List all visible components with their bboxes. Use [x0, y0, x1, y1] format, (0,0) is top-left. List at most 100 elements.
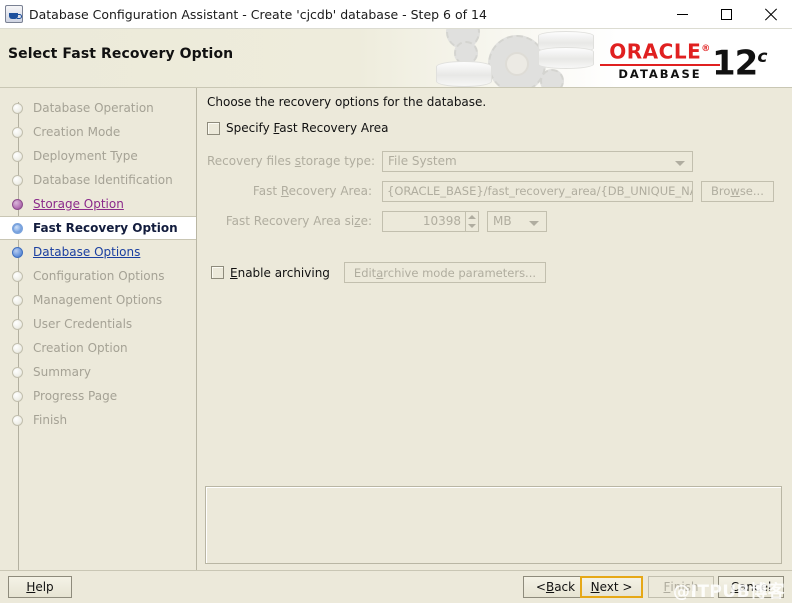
step-bullet-icon [12, 198, 23, 210]
sidebar-item-database-options[interactable]: Database Options [0, 240, 196, 264]
step-bullet-icon [12, 294, 23, 306]
fra-size-row: Fast Recovery Area size: 10398 MB [207, 210, 547, 232]
help-button[interactable]: Help [8, 576, 72, 598]
sidebar-item-storage-option[interactable]: Storage Option [0, 192, 196, 216]
oracle-version: 12c [712, 37, 767, 83]
fra-size-value[interactable]: 10398 [382, 210, 465, 232]
window-title: Database Configuration Assistant - Creat… [29, 6, 487, 22]
finish-button[interactable]: Finish [648, 576, 714, 598]
sidebar-item-label: Storage Option [33, 197, 124, 211]
step-bullet-icon [12, 126, 23, 138]
gears-database-graphic [430, 29, 610, 87]
specify-fra-label: Specify Fast Recovery Area [226, 121, 389, 135]
browse-label-after: se... [739, 184, 764, 198]
stepper-down-icon[interactable] [466, 221, 478, 231]
enable-archiving-mnemonic: E [230, 265, 238, 280]
fra-path-row: Fast Recovery Area: {ORACLE_BASE}/fast_r… [207, 180, 774, 202]
browse-mnemonic: w [730, 184, 740, 198]
sidebar-item-progress-page[interactable]: Progress Page [0, 384, 196, 408]
sidebar-item-label: Fast Recovery Option [33, 221, 178, 235]
close-button[interactable] [748, 0, 792, 28]
fra-size-label: Fast Recovery Area size: [207, 214, 382, 228]
chevron-down-icon [529, 220, 539, 226]
oracle-wordmark-text: ORACLE [609, 39, 702, 64]
sidebar-item-deployment-type[interactable]: Deployment Type [0, 144, 196, 168]
next-button[interactable]: Next > [580, 576, 643, 598]
storage-type-row: Recovery files storage type: File System [207, 150, 693, 172]
sidebar-item-label: Configuration Options [33, 269, 165, 283]
database-cylinder-icon [538, 47, 594, 69]
enable-archiving-row[interactable]: Enable archiving Edit a rchive mode param… [211, 262, 547, 283]
window-controls [660, 0, 792, 28]
java-app-icon [5, 5, 23, 23]
minimize-button[interactable] [660, 0, 704, 28]
chevron-down-icon [675, 160, 685, 166]
back-button[interactable]: < Back [523, 576, 588, 598]
sidebar-item-label: Database Options [33, 245, 141, 259]
sidebar-item-configuration-options[interactable]: Configuration Options [0, 264, 196, 288]
specify-fra-label-after: ast Recovery Area [279, 121, 389, 135]
sidebar-item-label: Creation Option [33, 341, 128, 355]
back-label-before: < [535, 580, 546, 594]
enable-archiving-label: Enable archiving [230, 266, 330, 280]
cancel-button[interactable]: Cancel [718, 576, 784, 598]
sidebar-item-label: Summary [33, 365, 91, 379]
sidebar-item-summary[interactable]: Summary [0, 360, 196, 384]
sidebar-item-user-credentials[interactable]: User Credentials [0, 312, 196, 336]
fra-path-label-after: ecovery Area: [288, 184, 372, 198]
cancel-label-after: ancel [739, 580, 772, 594]
step-bullet-icon [12, 222, 23, 234]
storage-type-select[interactable]: File System [382, 150, 693, 172]
browse-button[interactable]: Bro w se... [701, 180, 774, 202]
browse-label-before: Bro [711, 184, 731, 198]
fra-path-input[interactable]: {ORACLE_BASE}/fast_recovery_area/{DB_UNI… [382, 180, 693, 202]
database-cylinder-icon [436, 61, 492, 87]
sidebar-item-creation-mode[interactable]: Creation Mode [0, 120, 196, 144]
sidebar-item-label: Database Operation [33, 101, 154, 115]
sidebar-item-finish[interactable]: Finish [0, 408, 196, 432]
back-label-after: ack [554, 580, 576, 594]
storage-type-label-after: torage type: [301, 154, 376, 168]
edit-archive-mnemonic: a [376, 265, 384, 280]
close-icon [764, 8, 777, 21]
sidebar-item-label: Progress Page [33, 389, 118, 403]
finish-label-after: inish [670, 580, 699, 594]
fra-size-stepper-buttons[interactable] [465, 210, 479, 232]
step-bullet-icon [12, 246, 23, 258]
help-mnemonic: H [26, 580, 36, 594]
sidebar-item-label: Deployment Type [33, 149, 138, 163]
sidebar-item-database-operation[interactable]: Database Operation [0, 96, 196, 120]
enable-archiving-checkbox[interactable] [211, 266, 224, 279]
fra-path-label-before: Fast [252, 184, 281, 198]
fra-size-label-after: e: [360, 214, 372, 228]
specify-fra-row[interactable]: Specify Fast Recovery Area [207, 121, 389, 135]
edit-archive-mode-parameters-button[interactable]: Edit a rchive mode parameters... [343, 262, 547, 283]
next-label-after: ext > [599, 580, 633, 594]
fra-size-label-before: Fast Recovery Area si [225, 214, 355, 228]
specify-fra-checkbox[interactable] [207, 121, 220, 135]
stepper-up-icon[interactable] [466, 212, 478, 222]
cancel-mnemonic: C [730, 580, 740, 594]
gear-hub [505, 52, 529, 76]
next-mnemonic: N [590, 580, 600, 594]
gear-icon [540, 69, 564, 87]
fra-size-stepper[interactable]: 10398 [382, 210, 479, 232]
sidebar-item-label: Finish [33, 413, 68, 427]
step-bullet-icon [12, 366, 23, 378]
sidebar-item-label: Management Options [33, 293, 163, 307]
title-bar: Database Configuration Assistant - Creat… [0, 0, 792, 29]
maximize-button[interactable] [704, 0, 748, 28]
sidebar-item-fast-recovery-option[interactable]: Fast Recovery Option [0, 216, 196, 240]
page-header-banner: Select Fast Recovery Option ORACLE® DATA… [0, 29, 792, 88]
oracle-product-name: DATABASE [618, 66, 702, 81]
step-bullet-icon [12, 414, 23, 426]
step-bullet-icon [12, 390, 23, 402]
sidebar-item-database-identification[interactable]: Database Identification [0, 168, 196, 192]
sidebar-item-management-options[interactable]: Management Options [0, 288, 196, 312]
help-label-after: elp [35, 580, 54, 594]
sidebar-item-creation-option[interactable]: Creation Option [0, 336, 196, 360]
page-title: Select Fast Recovery Option [8, 46, 234, 62]
storage-type-label: Recovery files storage type: [207, 154, 382, 168]
fra-size-units-select[interactable]: MB [487, 210, 547, 232]
fra-path-label: Fast Recovery Area: [207, 184, 382, 198]
